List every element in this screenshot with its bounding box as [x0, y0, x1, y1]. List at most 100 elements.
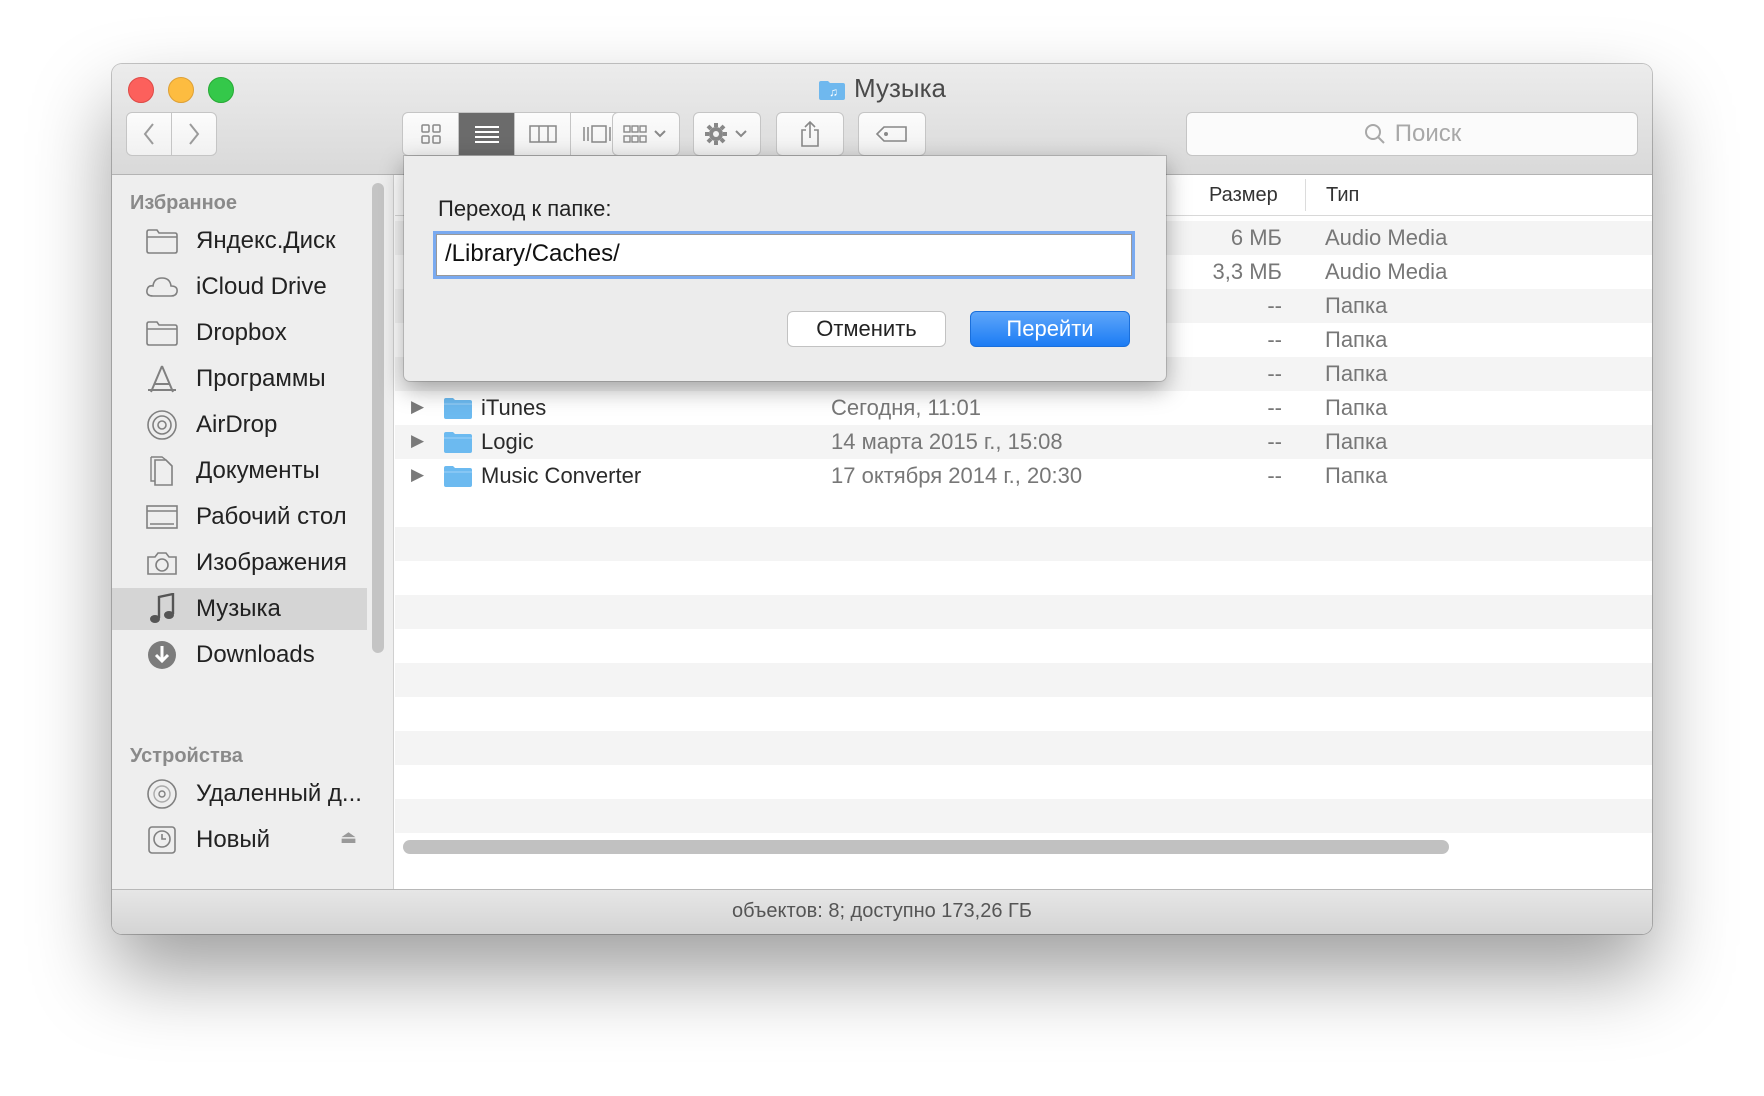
table-row[interactable]: ▶ Music Converter 17 октября 2014 г., 20… — [395, 459, 1652, 493]
sidebar-item-label: Яндекс.Диск — [196, 227, 336, 254]
sidebar-item-pictures[interactable]: Изображения — [112, 542, 367, 584]
window-title-text: Музыка — [854, 73, 946, 103]
sidebar-item-yandex-disk[interactable]: Яндекс.Диск — [112, 220, 367, 262]
documents-icon — [142, 454, 182, 488]
file-size: -- — [1267, 327, 1282, 352]
svg-text:♫: ♫ — [829, 85, 838, 99]
folder-icon — [142, 224, 182, 258]
folder-icon — [142, 316, 182, 350]
horizontal-scrollbar[interactable] — [403, 840, 1449, 854]
action-button[interactable] — [693, 112, 761, 156]
search-placeholder: Поиск — [1394, 120, 1462, 147]
grid-icon — [420, 124, 441, 144]
sidebar-scrollbar[interactable] — [372, 183, 384, 653]
sidebar-item-desktop[interactable]: Рабочий стол — [112, 496, 367, 538]
sidebar-item-label: AirDrop — [196, 411, 278, 438]
back-button[interactable] — [126, 112, 172, 156]
file-date: 17 октября 2014 г., 20:30 — [831, 463, 1083, 488]
file-size: -- — [1267, 361, 1282, 386]
go-to-folder-sheet: Переход к папке: /Library/Caches/ Отмени… — [404, 156, 1166, 381]
sidebar-item-label: Документы — [196, 457, 320, 484]
chevron-right-icon — [189, 123, 200, 145]
file-type: Папка — [1325, 327, 1388, 352]
go-button[interactable]: Перейти — [970, 311, 1130, 347]
arrange-icon — [623, 125, 666, 143]
file-size: 6 МБ — [1230, 225, 1282, 250]
sidebar-item-label: Новый — [196, 826, 271, 853]
sidebar-item-dropbox[interactable]: Dropbox — [112, 312, 367, 354]
sidebar-item-music[interactable]: Музыка — [112, 588, 367, 630]
sidebar-item-applications[interactable]: Программы — [112, 358, 367, 400]
empty-row — [395, 595, 1652, 629]
chevron-left-icon — [143, 123, 154, 145]
devices-header: Устройства — [130, 745, 243, 767]
empty-row — [395, 799, 1652, 833]
tag-button[interactable] — [858, 112, 926, 156]
music-folder-icon: ♫ — [818, 76, 846, 108]
gear-icon — [705, 123, 747, 145]
disclosure-triangle-icon[interactable]: ▶ — [411, 431, 424, 451]
forward-button[interactable] — [171, 112, 217, 156]
camera-icon — [142, 546, 182, 580]
music-note-icon — [142, 592, 182, 626]
sidebar-item-label: Dropbox — [196, 319, 287, 346]
disclosure-triangle-icon[interactable]: ▶ — [411, 465, 424, 485]
empty-row — [395, 731, 1652, 765]
sidebar-item-label: Downloads — [196, 641, 315, 668]
sidebar-item-icloud-drive[interactable]: iCloud Drive — [112, 266, 367, 308]
list-icon — [474, 126, 499, 143]
download-icon — [142, 638, 182, 672]
column-view-button[interactable] — [515, 113, 571, 155]
columns-icon — [528, 125, 557, 143]
file-type: Audio Media — [1325, 259, 1448, 284]
search-icon — [1364, 124, 1385, 144]
folder-path-input[interactable]: /Library/Caches/ — [436, 234, 1132, 276]
share-icon — [801, 120, 819, 147]
column-divider[interactable] — [1305, 179, 1306, 211]
file-name: iTunes — [481, 395, 547, 420]
sidebar-item-label: Программы — [196, 365, 326, 392]
empty-row — [395, 663, 1652, 697]
tag-icon — [875, 126, 907, 142]
table-row[interactable]: ▶ iTunes Сегодня, 11:01 -- Папка — [395, 391, 1652, 425]
sidebar-item-label: Рабочий стол — [196, 503, 347, 530]
empty-row — [395, 527, 1652, 561]
sidebar-item-airdrop[interactable]: AirDrop — [112, 404, 367, 446]
file-type: Папка — [1325, 429, 1388, 454]
folder-icon — [443, 431, 473, 459]
file-date: Сегодня, 11:01 — [831, 395, 981, 420]
applications-icon — [142, 362, 182, 396]
file-size: -- — [1267, 463, 1282, 488]
file-name: Logic — [481, 429, 534, 454]
icon-view-button[interactable] — [403, 113, 459, 155]
sidebar-item-label: Музыка — [196, 595, 281, 622]
file-type: Папка — [1325, 293, 1388, 318]
sidebar-item-documents[interactable]: Документы — [112, 450, 367, 492]
table-row[interactable]: ▶ Logic 14 марта 2015 г., 15:08 -- Папка — [395, 425, 1652, 459]
cloud-icon — [142, 270, 182, 304]
cover-flow-icon — [582, 125, 615, 143]
column-size-header[interactable]: Размер — [1209, 184, 1278, 207]
eject-icon[interactable]: ⏏ — [340, 827, 357, 848]
sidebar-item-label: iCloud Drive — [196, 273, 327, 300]
cancel-button[interactable]: Отменить — [787, 311, 946, 347]
desktop-icon — [142, 500, 182, 534]
arrange-button[interactable] — [612, 112, 680, 156]
file-size: -- — [1267, 429, 1282, 454]
disc-icon — [142, 777, 182, 811]
sidebar-item-new-volume[interactable]: Новый — [112, 819, 367, 861]
file-type: Audio Media — [1325, 225, 1448, 250]
file-size: -- — [1267, 293, 1282, 318]
share-button[interactable] — [776, 112, 844, 156]
list-view-button[interactable] — [459, 113, 515, 155]
search-field[interactable]: Поиск — [1186, 112, 1638, 156]
file-date: 14 марта 2015 г., 15:08 — [831, 429, 1063, 454]
sidebar-item-remote-disc[interactable]: Удаленный д... — [112, 773, 367, 815]
sidebar-item-downloads[interactable]: Downloads — [112, 634, 367, 676]
disclosure-triangle-icon[interactable]: ▶ — [411, 397, 424, 417]
file-type: Папка — [1325, 463, 1388, 488]
view-mode-segmented — [402, 112, 627, 156]
sidebar-item-label: Изображения — [196, 549, 347, 576]
column-type-header[interactable]: Тип — [1326, 184, 1359, 207]
window-title: ♫ Музыка — [112, 72, 1652, 108]
